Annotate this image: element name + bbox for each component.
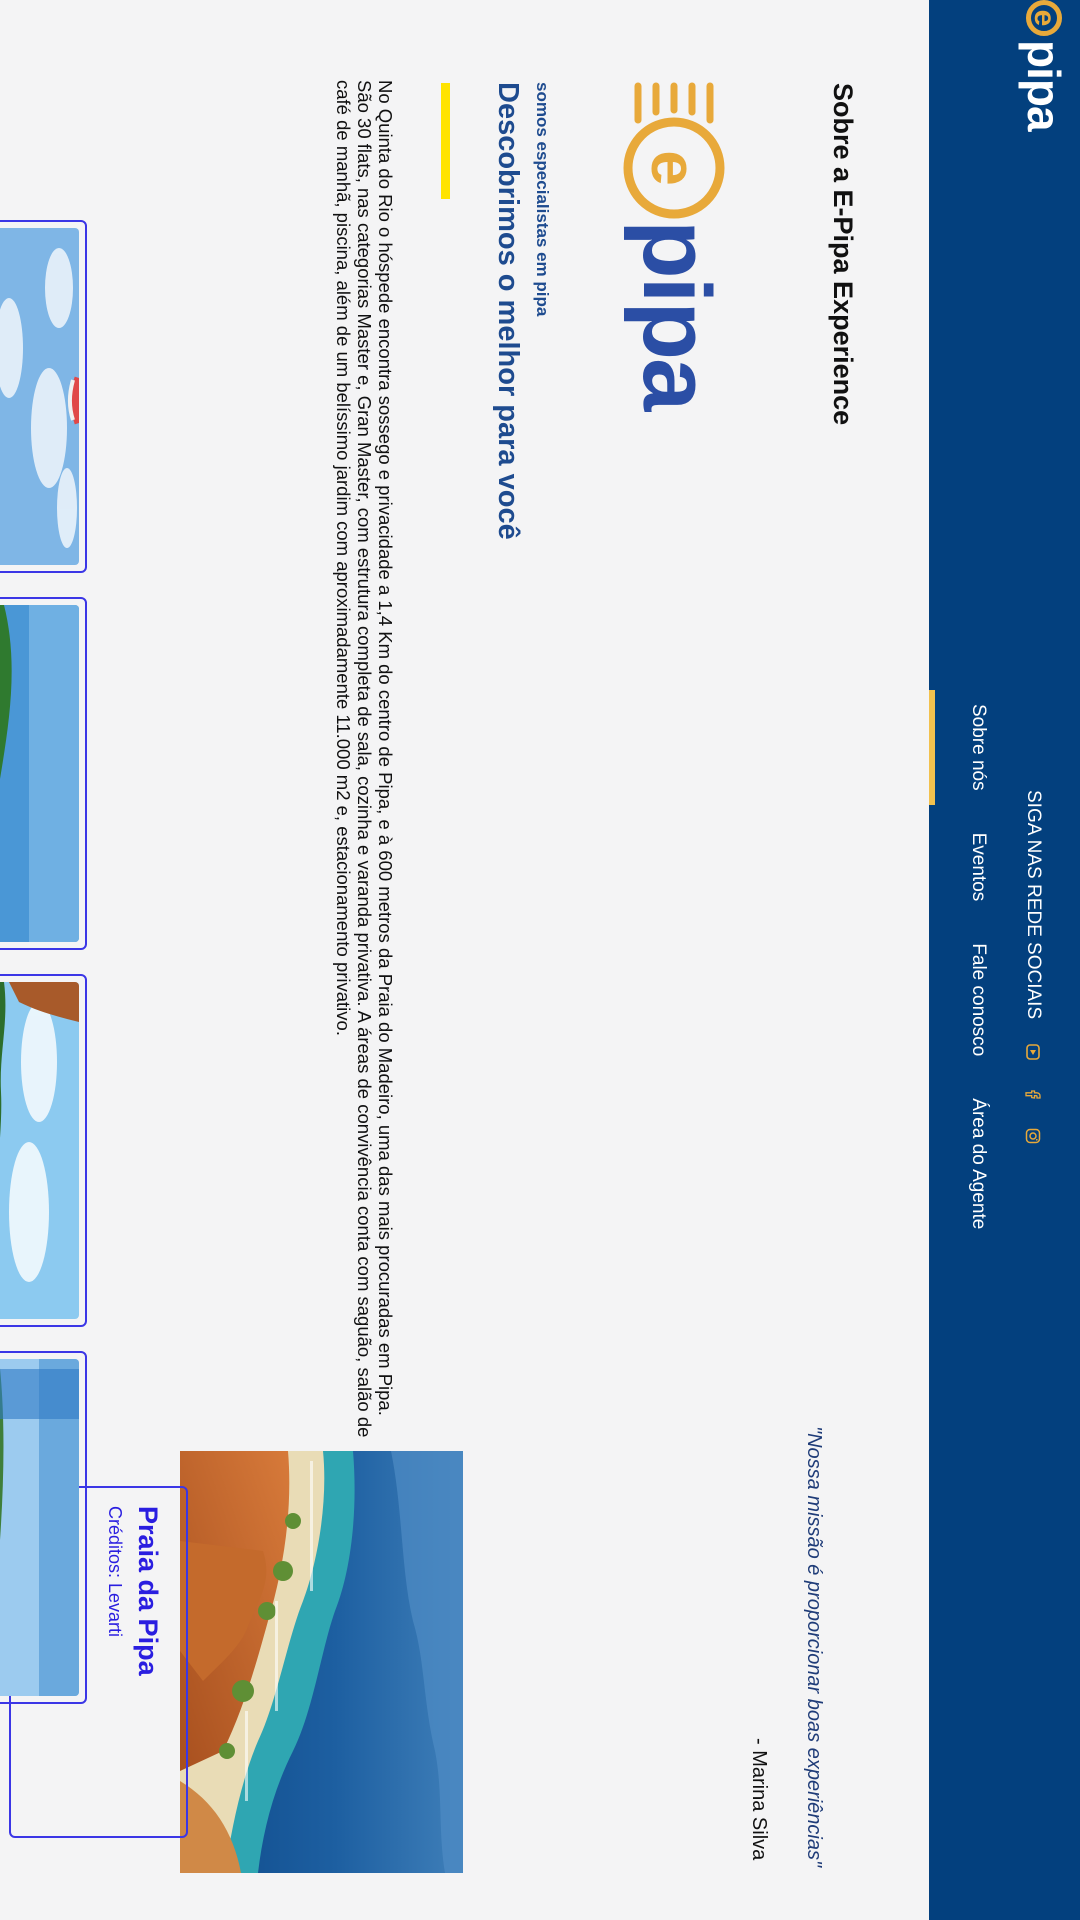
nav-item-sobre-nos[interactable]: Sobre nós — [956, 690, 1000, 805]
headline: Descobrimos o melhor para você — [492, 82, 524, 540]
main-nav: Sobre nós Eventos Fale conosco Área do A… — [956, 690, 1000, 1243]
caption-title: Praia da Pipa — [133, 1506, 163, 1676]
brand-logo[interactable]: e pipa — [1014, 0, 1074, 131]
nav-item-eventos[interactable]: Eventos — [956, 819, 1000, 916]
social-label: SIGA NAS REDE SOCIAIS — [1023, 790, 1044, 1020]
quote-author: - Marina Silva — [748, 1738, 770, 1861]
gallery-card-cliffs[interactable] — [0, 974, 87, 1327]
logo-word: pipa — [623, 220, 730, 412]
caption-credits: Créditos: Levarti — [105, 1506, 125, 1638]
nav-item-area-do-agente[interactable]: Área do Agente — [956, 1084, 1000, 1243]
svg-text:e: e — [638, 150, 710, 186]
cliffs-photo — [0, 982, 79, 1319]
e-logo-icon: e — [1026, 0, 1062, 36]
paraglider-photo — [0, 228, 79, 565]
youtube-icon[interactable] — [1024, 1043, 1042, 1061]
epipa-logo: e pipa — [612, 80, 732, 420]
facebook-icon[interactable] — [1024, 1085, 1042, 1103]
epipa-logo-graphic: e pipa — [623, 82, 730, 412]
praia-da-pipa-photo — [180, 1451, 463, 1873]
accent-bar — [441, 83, 450, 199]
beach-photo — [0, 1359, 79, 1696]
about-body: No Quinta do Rio o hóspede encontra soss… — [333, 80, 396, 1438]
nav-item-fale-conosco[interactable]: Fale conosco — [956, 929, 1000, 1070]
coast-photo — [0, 605, 79, 942]
tagline: somos especialistas em pipa — [533, 82, 552, 317]
mission-quote: "Nossa missão é proporcionar boas experi… — [803, 1426, 825, 1868]
header-bar: e pipa SIGA NAS REDE SOCIAIS Sobre nós E… — [929, 0, 1080, 1920]
instagram-icon[interactable] — [1024, 1127, 1042, 1145]
gallery-card-paraglider[interactable] — [0, 220, 87, 573]
brand-word: pipa — [1018, 40, 1070, 131]
gallery-card-beach[interactable] — [0, 1351, 87, 1704]
social-links: SIGA NAS REDE SOCIAIS — [1022, 790, 1044, 1145]
gallery-card-coast[interactable] — [0, 597, 87, 950]
section-title: Sobre a E-Pipa Experience — [828, 83, 858, 426]
